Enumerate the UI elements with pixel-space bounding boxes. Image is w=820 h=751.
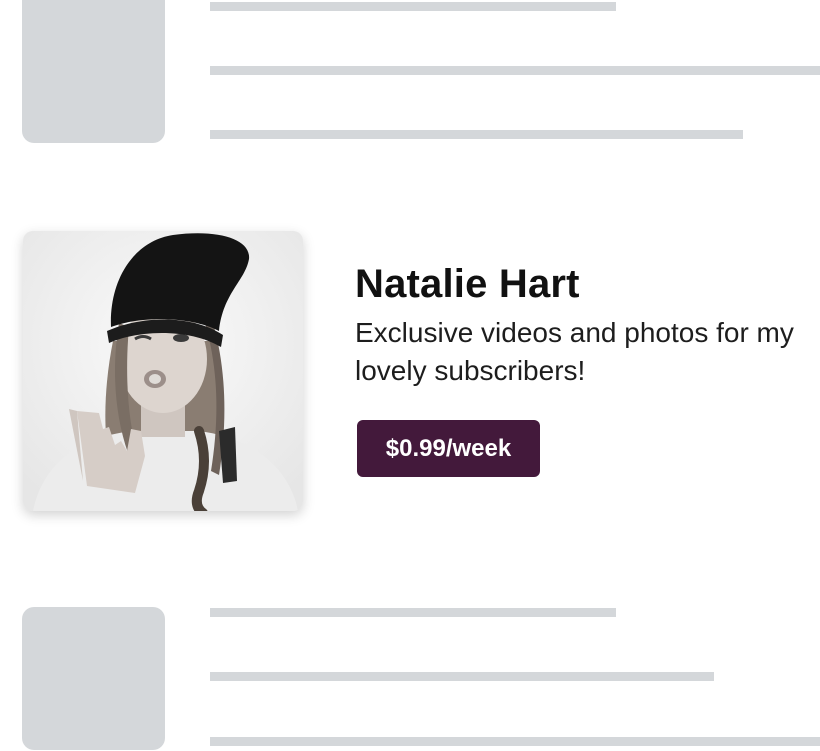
placeholder-line-bottom-3 xyxy=(210,737,820,746)
placeholder-thumbnail-top xyxy=(22,0,165,143)
placeholder-thumbnail-bottom xyxy=(22,607,165,750)
subscribe-price-button[interactable]: $0.99/week xyxy=(357,420,540,477)
avatar-photo-icon xyxy=(23,231,303,511)
placeholder-line-top-3 xyxy=(210,130,743,139)
profile-avatar[interactable] xyxy=(23,231,303,511)
placeholder-line-bottom-2 xyxy=(210,672,714,681)
placeholder-line-top-1 xyxy=(210,2,616,11)
placeholder-line-bottom-1 xyxy=(210,608,616,617)
profile-bio: Exclusive videos and photos for my lovel… xyxy=(355,317,794,386)
profile-name: Natalie Hart xyxy=(355,262,580,306)
placeholder-line-top-2 xyxy=(210,66,820,75)
